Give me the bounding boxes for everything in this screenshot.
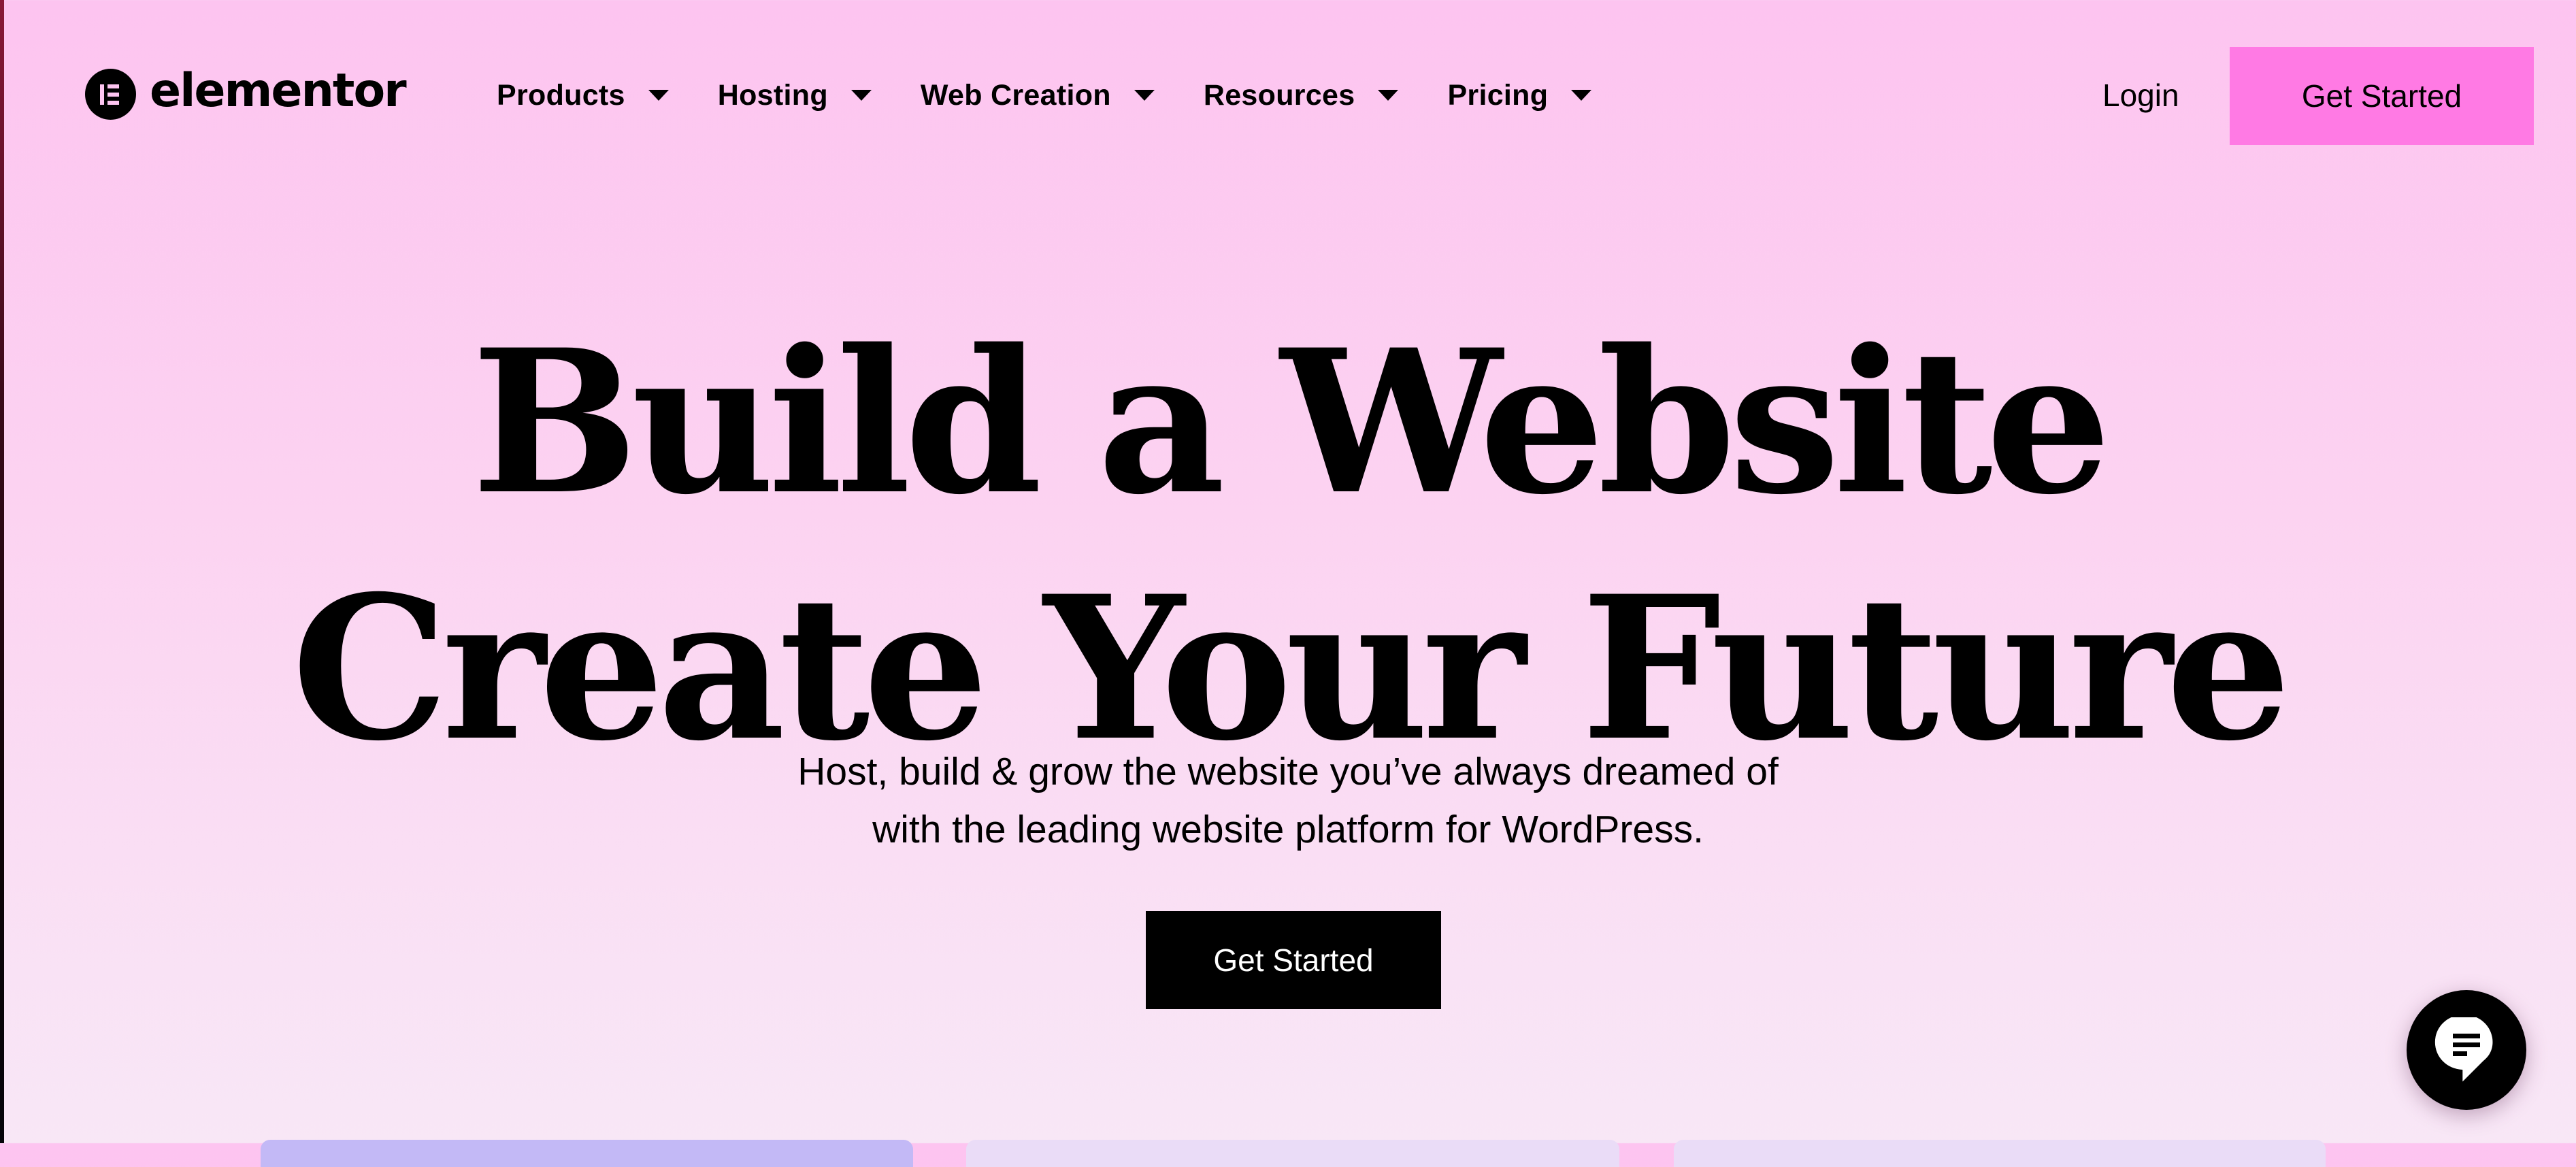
logo-link[interactable]: elementor [85, 64, 407, 120]
main-nav: Products Hosting Web Creation Resources … [497, 73, 1640, 117]
nav-item-label: Web Creation [920, 78, 1111, 112]
header-get-started-button[interactable]: Get Started [2230, 47, 2534, 145]
caret-down-icon [648, 90, 669, 101]
hero-title-line-1: Build a Website [471, 307, 2111, 538]
nav-item-pricing[interactable]: Pricing [1447, 78, 1592, 112]
nav-item-label: Products [497, 78, 625, 112]
caret-down-icon [851, 90, 872, 101]
hero-subtitle-line-2: with the leading website platform for Wo… [872, 808, 1704, 851]
nav-item-label: Resources [1203, 78, 1355, 112]
caret-down-icon [1134, 90, 1155, 101]
hero-subtitle-line-1: Host, build & grow the website you’ve al… [797, 750, 1779, 793]
caret-down-icon [1571, 90, 1592, 101]
chat-bubble-icon [2434, 1017, 2493, 1082]
nav-item-label: Pricing [1447, 78, 1549, 112]
feature-card [966, 1140, 1619, 1167]
caret-down-icon [1378, 90, 1399, 101]
nav-item-products[interactable]: Products [497, 79, 669, 112]
feature-card [1674, 1140, 2326, 1167]
nav-item-hosting[interactable]: Hosting [718, 79, 872, 112]
hero-get-started-button[interactable]: Get Started [1146, 911, 1441, 1009]
chat-widget-button[interactable] [2407, 990, 2526, 1110]
hero-title: Build a Website Create Your Future [0, 299, 2576, 792]
elementor-e-icon [85, 68, 136, 120]
nav-item-resources[interactable]: Resources [1204, 79, 1399, 112]
brand-wordmark: elementor [150, 64, 407, 118]
nav-item-web-creation[interactable]: Web Creation [921, 79, 1155, 112]
nav-item-label: Hosting [717, 78, 828, 112]
feature-card [261, 1140, 913, 1167]
hero-subtitle: Host, build & grow the website you’ve al… [0, 743, 2576, 859]
login-link[interactable]: Login [2102, 73, 2179, 117]
